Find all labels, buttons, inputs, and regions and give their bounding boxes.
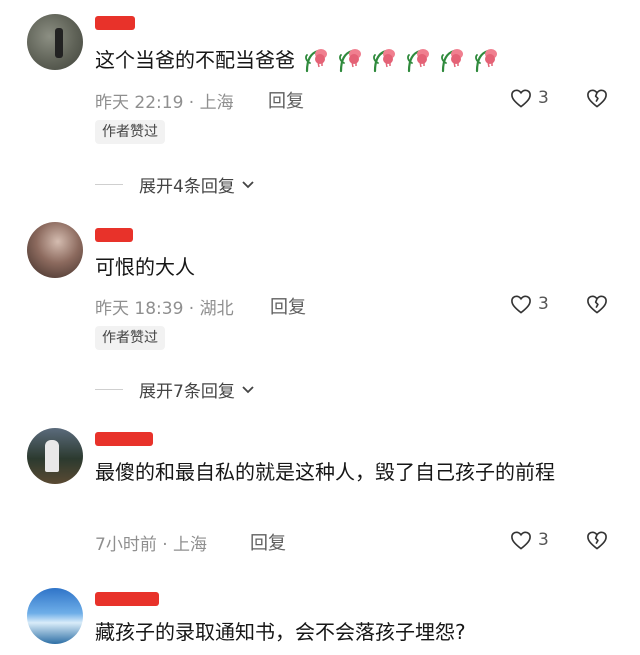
reply-button[interactable]: 回复 — [268, 87, 304, 113]
avatar[interactable] — [27, 222, 83, 278]
divider-line — [95, 184, 123, 185]
dislike-button[interactable] — [586, 294, 608, 318]
comment-meta: 7小时前 · 上海 — [95, 535, 208, 555]
chevron-down-icon — [242, 385, 254, 393]
like-button[interactable]: 3 — [510, 530, 549, 550]
divider-line — [95, 389, 123, 390]
expand-replies-button[interactable]: 展开4条回复 — [95, 172, 255, 197]
like-count: 3 — [538, 294, 549, 314]
heart-outline-icon — [511, 295, 531, 314]
comment-text: 藏孩子的录取通知书，会不会落孩子埋怨? — [95, 620, 466, 644]
avatar[interactable] — [27, 588, 83, 644]
comment-list: 这个当爸的不配当爸爸 昨天 22:19 · 上海 回复 3 作者赞过 展开4条回… — [0, 0, 640, 655]
redacted-username — [95, 432, 153, 446]
wilted-flower-emoji — [305, 49, 327, 73]
dislike-button[interactable] — [586, 530, 608, 554]
avatar[interactable] — [27, 428, 83, 484]
avatar[interactable] — [27, 14, 83, 70]
chevron-down-icon — [242, 180, 254, 188]
reply-button[interactable]: 回复 — [270, 293, 306, 319]
like-count: 3 — [538, 88, 549, 108]
comment-text: 可恨的大人 — [95, 255, 195, 279]
wilted-flower-emoji — [373, 49, 395, 73]
broken-heart-icon — [587, 531, 607, 550]
comment-meta: 昨天 22:19 · 上海 — [95, 93, 234, 113]
dislike-button[interactable] — [586, 88, 608, 112]
like-button[interactable]: 3 — [510, 88, 549, 108]
broken-heart-icon — [587, 89, 607, 108]
comment-location: 湖北 — [199, 299, 234, 319]
like-count: 3 — [538, 530, 549, 550]
heart-outline-icon — [511, 89, 531, 108]
expand-replies-button[interactable]: 展开7条回复 — [95, 377, 255, 402]
redacted-username — [95, 592, 159, 606]
comment-text: 这个当爸的不配当爸爸 — [95, 44, 499, 76]
reply-button[interactable]: 回复 — [250, 529, 286, 555]
comment-text: 最傻的和最自私的就是这种人，毁了自己孩子的前程 — [95, 460, 555, 484]
wilted-flower-emoji — [407, 49, 429, 73]
broken-heart-icon — [587, 295, 607, 314]
emoji-row — [295, 48, 499, 73]
wilted-flower-emoji — [475, 49, 497, 73]
redacted-username — [95, 228, 133, 242]
wilted-flower-emoji — [339, 49, 361, 73]
heart-outline-icon — [511, 531, 531, 550]
redacted-username — [95, 16, 135, 30]
comment-time: 昨天 18:39 — [95, 299, 184, 319]
comment-time: 7小时前 — [95, 535, 157, 555]
author-liked-badge: 作者赞过 — [95, 120, 165, 144]
comment-location: 上海 — [173, 535, 208, 555]
comment-time: 昨天 22:19 — [95, 93, 184, 113]
comment-meta: 昨天 18:39 · 湖北 — [95, 299, 234, 319]
expand-label: 展开7条回复 — [139, 382, 235, 402]
expand-label: 展开4条回复 — [139, 177, 235, 197]
comment-location: 上海 — [199, 93, 234, 113]
like-button[interactable]: 3 — [510, 294, 549, 314]
author-liked-badge: 作者赞过 — [95, 326, 165, 350]
wilted-flower-emoji — [441, 49, 463, 73]
